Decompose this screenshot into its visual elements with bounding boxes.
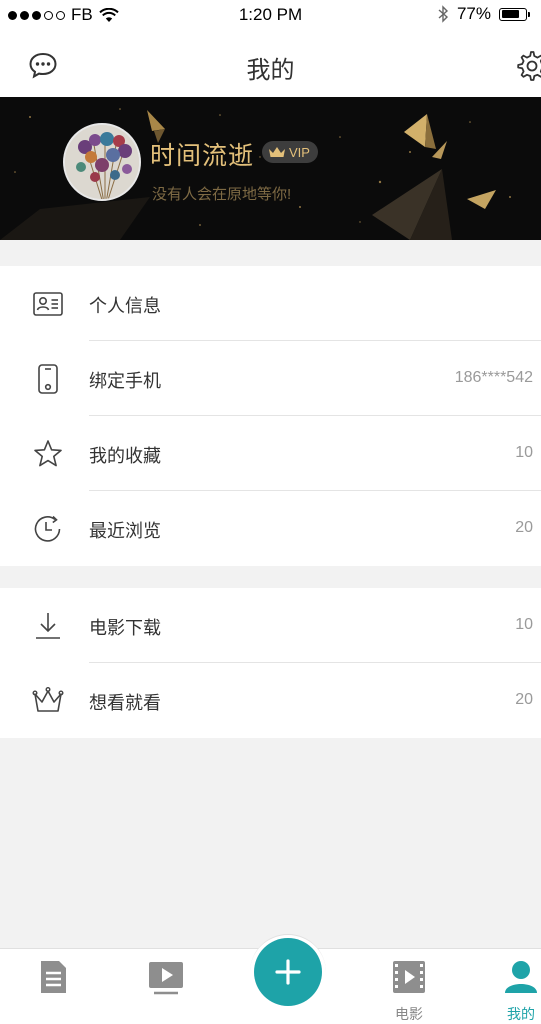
menu-item-label: 最近浏览 — [89, 521, 161, 541]
star-icon — [34, 440, 62, 467]
id-card-icon — [33, 292, 63, 316]
status-right: 77% — [438, 4, 530, 24]
film-icon — [393, 961, 425, 993]
tab-me[interactable]: 我的 — [486, 959, 541, 1024]
tab-video[interactable] — [131, 959, 201, 1004]
avatar[interactable] — [63, 123, 141, 201]
menu-item-watch-now[interactable]: 想看就看 20 — [0, 663, 541, 738]
add-button[interactable] — [254, 938, 322, 1006]
download-icon — [36, 613, 60, 639]
menu-item-label: 我的收藏 — [89, 446, 161, 466]
crown-icon — [32, 687, 64, 712]
tab-label: 电影 — [395, 1006, 423, 1022]
menu-item-personal-info[interactable]: 个人信息 — [0, 266, 541, 341]
bound-phone-number: 186****542 — [454, 369, 533, 386]
document-icon — [41, 961, 66, 993]
vip-crown-icon — [269, 147, 285, 157]
tab-documents[interactable] — [18, 959, 88, 1004]
download-count: 10 — [515, 616, 533, 633]
menu-item-recent-browsing[interactable]: 最近浏览 20 — [0, 491, 541, 566]
profile-motto: 没有人会在原地等你! — [152, 186, 292, 203]
play-video-icon — [149, 962, 183, 995]
plus-icon — [275, 959, 301, 985]
bluetooth-icon — [438, 5, 448, 23]
menu-item-bind-phone[interactable]: 绑定手机 186****542 — [0, 341, 541, 416]
menu-item-movie-download[interactable]: 电影下载 10 — [0, 588, 541, 663]
menu-item-label: 电影下载 — [89, 618, 161, 638]
phone-icon — [38, 364, 58, 394]
menu-item-label: 绑定手机 — [89, 371, 161, 391]
menu-item-label: 个人信息 — [89, 296, 161, 316]
account-section: 个人信息 绑定手机 186****542 我的收藏 10 最近浏览 20 — [0, 266, 541, 566]
profile-username: 时间流逝 — [150, 142, 255, 170]
user-icon — [505, 961, 537, 993]
status-bar: FB 1:20 PM 77% — [0, 0, 541, 30]
settings-gear-icon[interactable] — [515, 49, 541, 81]
menu-item-favorites[interactable]: 我的收藏 10 — [0, 416, 541, 491]
battery-icon — [499, 7, 530, 21]
tab-movies[interactable]: 电影 — [374, 959, 444, 1024]
profile-banner[interactable]: 时间流逝 VIP 没有人会在原地等你! — [0, 97, 541, 240]
page-title: 我的 — [246, 57, 295, 84]
history-clock-icon — [34, 515, 61, 542]
menu-item-label: 想看就看 — [89, 693, 161, 713]
nav-bar: 我的 — [0, 30, 541, 97]
vip-badge: VIP — [262, 141, 318, 163]
media-section: 电影下载 10 想看就看 20 — [0, 588, 541, 738]
vip-label: VIP — [289, 144, 310, 160]
recent-count: 20 — [515, 519, 533, 536]
tab-label: 我的 — [507, 1006, 535, 1022]
favorites-count: 10 — [515, 444, 533, 461]
battery-percent: 77% — [456, 4, 491, 23]
watch-count: 20 — [515, 691, 533, 708]
